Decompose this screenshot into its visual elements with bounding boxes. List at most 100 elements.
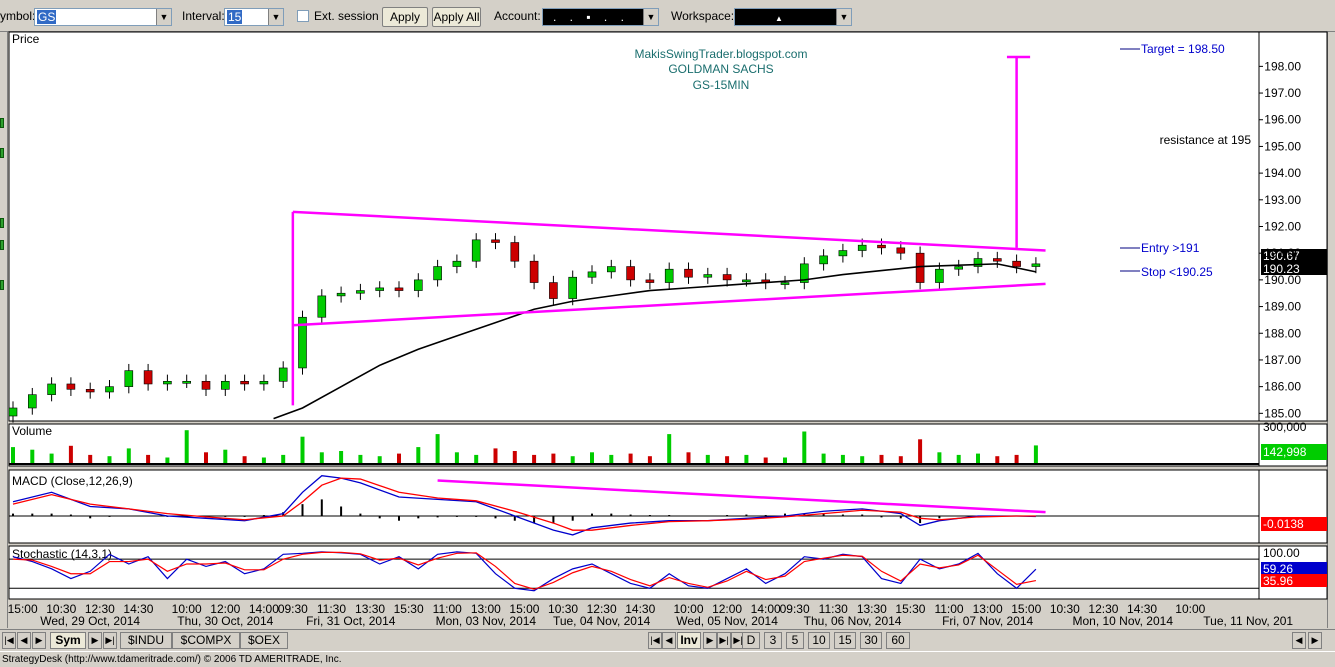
candle-body	[413, 279, 423, 291]
tab-indu[interactable]: $INDU	[120, 632, 172, 649]
volume-bar	[744, 454, 749, 464]
strategydesk-window: ymbol: GS ▼ Interval: 15 ▼ Ext. session …	[0, 0, 1335, 667]
candle-body	[471, 239, 481, 262]
volume-bar	[879, 454, 884, 464]
price-tick-label: 197.00	[1264, 86, 1301, 100]
candle-body	[1031, 263, 1041, 267]
price-tick-label: 187.00	[1264, 353, 1301, 367]
inv-prev-arrow-icon[interactable]: ◀	[662, 632, 676, 649]
volume-bar	[223, 449, 228, 464]
candle-body	[182, 380, 191, 384]
candle-body	[491, 239, 500, 243]
time-axis-label: 10:00	[1175, 602, 1205, 616]
volume-bar	[204, 452, 208, 464]
macd-last-value: -0.0138	[1263, 517, 1304, 531]
inv-last-arrow-icon[interactable]: ▶|	[717, 632, 731, 649]
tab-interval-60[interactable]: 60	[886, 632, 910, 649]
price-tick-label: 193.00	[1264, 193, 1301, 207]
volume-bar	[126, 448, 131, 464]
watermark-line-2: GOLDMAN SACHS	[668, 62, 773, 76]
volume-bar	[937, 452, 942, 464]
candle-body	[664, 268, 674, 283]
candle-body	[47, 383, 56, 395]
candle-body	[954, 266, 964, 270]
volume-bar	[319, 452, 324, 464]
volume-top-tick: 300,000	[1263, 420, 1307, 434]
volume-bar	[918, 439, 923, 464]
volume-bar	[840, 454, 845, 464]
volume-panel-label: Volume	[12, 424, 52, 438]
candle-body	[201, 380, 211, 390]
price-tick-label: 194.00	[1264, 166, 1301, 180]
candle-body	[896, 247, 906, 254]
candle-body	[394, 287, 404, 291]
candle-body	[163, 380, 172, 385]
macd-panel	[8, 469, 1260, 544]
candle-body	[66, 383, 76, 390]
tab-interval-15[interactable]: 15	[834, 632, 856, 649]
candle-body	[8, 407, 18, 417]
candle-body	[1012, 260, 1021, 267]
volume-bar	[184, 430, 189, 464]
candle-body	[606, 266, 616, 273]
volume-bar	[725, 456, 730, 464]
date-axis-label: Tue, 04 Nov, 2014	[553, 614, 651, 628]
volume-bar	[686, 452, 691, 464]
candle-body	[915, 252, 925, 283]
tab-sym[interactable]: Sym	[50, 632, 86, 649]
tab-oex[interactable]: $OEX	[240, 632, 288, 649]
first-tab-arrow-icon[interactable]: |◀	[2, 632, 16, 649]
tab-compx[interactable]: $COMPX	[172, 632, 240, 649]
volume-bar	[107, 456, 112, 464]
volume-bar	[358, 454, 363, 464]
sym-tab-arrow-icon[interactable]: ▶	[88, 632, 102, 649]
volume-bar	[88, 454, 93, 464]
candle-body	[356, 290, 365, 294]
candle-body	[221, 380, 230, 390]
volume-bar	[30, 449, 35, 464]
date-axis-label: Mon, 03 Nov, 2014	[436, 614, 537, 628]
scroll-right-arrow-icon[interactable]: ▶	[1308, 632, 1322, 649]
candle-body	[85, 389, 95, 393]
tab-interval-10[interactable]: 10	[808, 632, 830, 649]
prev-tab-arrow-icon[interactable]: ◀	[17, 632, 31, 649]
next-tab-arrow-icon[interactable]: ▶	[32, 632, 46, 649]
tab-interval-d[interactable]: D	[742, 632, 760, 649]
price-tick-label: 190.00	[1264, 273, 1301, 287]
candle-body	[645, 279, 655, 283]
volume-bar	[590, 452, 594, 464]
volume-bar	[512, 451, 517, 464]
date-axis-label: Fri, 31 Oct, 2014	[306, 614, 396, 628]
scroll-left-arrow-icon[interactable]: ◀	[1292, 632, 1306, 649]
candle-body	[857, 244, 867, 251]
target-label: Target = 198.50	[1141, 42, 1225, 56]
candle-body	[452, 260, 462, 267]
candle-body	[433, 266, 442, 281]
inv-first-arrow-icon[interactable]: |◀	[648, 632, 662, 649]
entry-label: Entry >191	[1141, 241, 1200, 255]
candle-body	[626, 266, 635, 281]
volume-bar	[377, 456, 382, 464]
tab-interval-5[interactable]: 5	[786, 632, 804, 649]
tab-interval-30[interactable]: 30	[860, 632, 882, 649]
tab-interval-3[interactable]: 3	[764, 632, 782, 649]
volume-bar	[146, 454, 151, 464]
sym-tab-arrow-icon[interactable]: ▶|	[103, 632, 117, 649]
volume-last-value: 142,998	[1263, 445, 1307, 459]
tab-inv[interactable]: Inv	[677, 632, 701, 649]
inv-next-arrow-icon[interactable]: ▶	[703, 632, 717, 649]
price-tick-label: 192.00	[1264, 220, 1301, 234]
candle-body	[549, 282, 558, 299]
candle-body	[105, 386, 114, 393]
volume-bar	[570, 456, 575, 464]
volume-bar	[956, 454, 961, 464]
candle-body	[336, 292, 346, 297]
volume-bar	[281, 454, 286, 464]
macd-axis	[1258, 469, 1328, 544]
candle-body	[877, 244, 886, 249]
status-bar: StrategyDesk (http://www.tdameritrade.co…	[0, 651, 1335, 667]
date-axis-label: Tue, 11 Nov, 201	[1203, 614, 1293, 628]
candle-body	[27, 394, 37, 409]
volume-bar	[454, 452, 459, 464]
volume-bar	[300, 436, 305, 464]
